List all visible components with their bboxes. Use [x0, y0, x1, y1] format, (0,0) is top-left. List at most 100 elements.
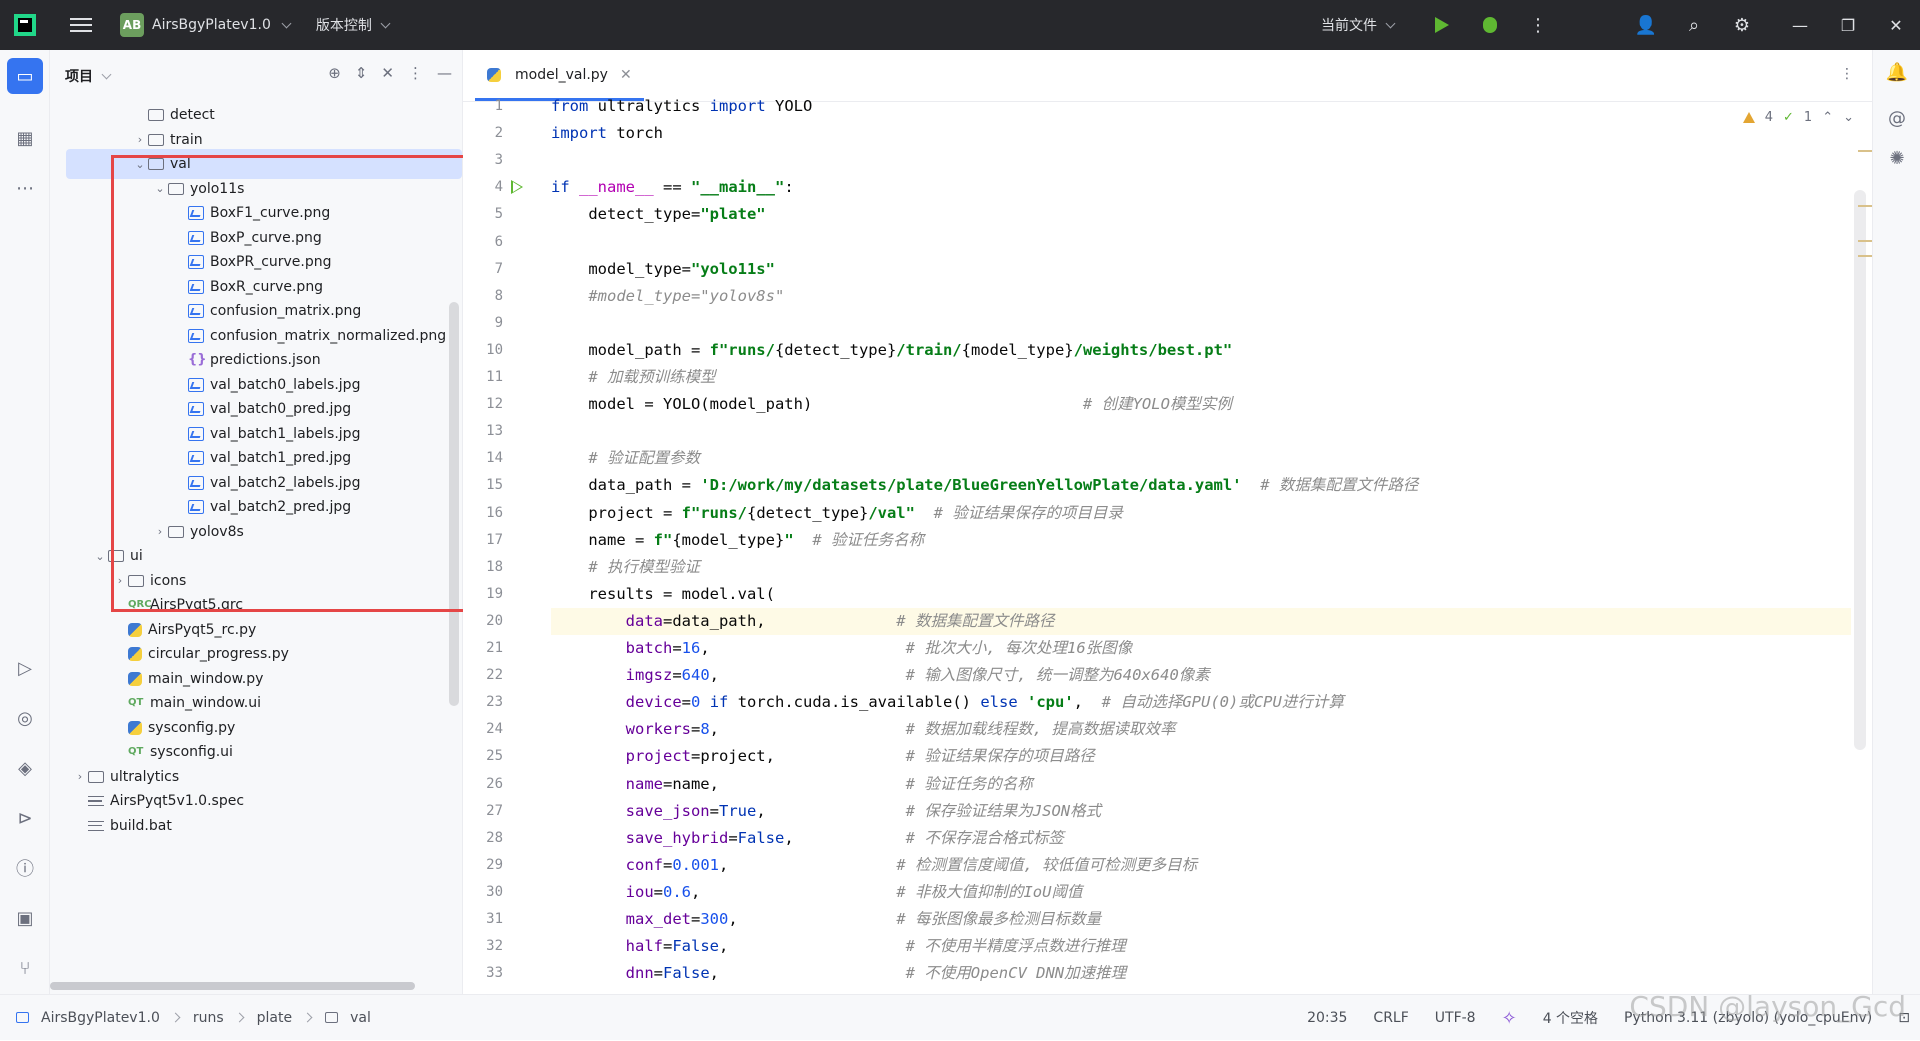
code-line[interactable]: [551, 147, 1851, 174]
main-menu-icon[interactable]: [70, 18, 92, 32]
line-number[interactable]: 26: [463, 771, 503, 798]
code-line[interactable]: name=name, # 验证任务的名称: [551, 771, 1851, 798]
code-line[interactable]: dnn=False, # 不使用OpenCV DNN加速推理: [551, 960, 1851, 987]
code-line[interactable]: conf=0.001, # 检测置信度阈值, 较低值可检测更多目标: [551, 852, 1851, 879]
locate-icon[interactable]: ⊕: [328, 64, 341, 82]
line-number[interactable]: 1: [463, 93, 503, 120]
python-packages-button[interactable]: ◈: [7, 750, 43, 786]
code-line[interactable]: import torch: [551, 120, 1851, 147]
code-line[interactable]: device=0 if torch.cuda.is_available() el…: [551, 689, 1851, 716]
chevron-right-icon[interactable]: ›: [132, 133, 148, 146]
line-number[interactable]: 3: [463, 147, 503, 174]
code-line[interactable]: # 加载预训练模型: [551, 364, 1851, 391]
line-number[interactable]: 14: [463, 445, 503, 472]
pycharm-logo-icon[interactable]: [14, 14, 36, 36]
chevron-down-icon[interactable]: [101, 69, 112, 79]
line-number[interactable]: 7: [463, 256, 503, 283]
add-user-button[interactable]: 👤: [1622, 0, 1670, 50]
tab-options-icon[interactable]: ⋮: [1840, 66, 1854, 82]
code-line[interactable]: model_path = f"runs/{detect_type}/train/…: [551, 337, 1851, 364]
close-tab-icon[interactable]: ✕: [620, 67, 632, 83]
ai-assistant-button[interactable]: @: [1881, 102, 1913, 134]
settings-button[interactable]: ⚙: [1718, 0, 1766, 50]
line-number[interactable]: 5: [463, 201, 503, 228]
more-tools-button[interactable]: ⋯: [7, 170, 43, 206]
code-line[interactable]: batch=16, # 批次大小, 每次处理16张图像: [551, 635, 1851, 662]
indent-setting[interactable]: 4 个空格: [1543, 1008, 1598, 1028]
code-line[interactable]: half=False, # 不使用半精度浮点数进行推理: [551, 933, 1851, 960]
minimize-button[interactable]: —: [1776, 0, 1824, 50]
code-line[interactable]: # 执行模型验证: [551, 554, 1851, 581]
line-number[interactable]: 23: [463, 689, 503, 716]
line-number[interactable]: 30: [463, 879, 503, 906]
file-encoding[interactable]: UTF-8: [1435, 1010, 1476, 1026]
line-number[interactable]: 16: [463, 500, 503, 527]
run-config-selector[interactable]: 当前文件: [1321, 15, 1396, 35]
services-button[interactable]: ⊳: [7, 800, 43, 836]
close-window-button[interactable]: ✕: [1872, 0, 1920, 50]
line-number[interactable]: 33: [463, 960, 503, 987]
gutter-run-icon[interactable]: [511, 180, 523, 195]
code-line[interactable]: # 验证配置参数: [551, 445, 1851, 472]
line-number[interactable]: 4: [463, 174, 503, 201]
code-line[interactable]: data=data_path, # 数据集配置文件路径: [551, 607, 1851, 635]
notifications-button[interactable]: 🔔: [1881, 56, 1913, 88]
line-separator[interactable]: CRLF: [1373, 1010, 1408, 1026]
code-line[interactable]: imgsz=640, # 输入图像尺寸, 统一调整为640x640像素: [551, 662, 1851, 689]
editor-scrollbar[interactable]: [1854, 190, 1866, 750]
code-line[interactable]: data_path = 'D:/work/my/datasets/plate/B…: [551, 472, 1851, 499]
line-number[interactable]: 20: [463, 608, 503, 635]
code-line[interactable]: results = model.val(: [551, 581, 1851, 608]
code-line[interactable]: iou=0.6, # 非极大值抑制的IoU阈值: [551, 879, 1851, 906]
line-number[interactable]: 27: [463, 798, 503, 825]
code-line[interactable]: model = YOLO(model_path) # 创建YOLO模型实例: [551, 391, 1851, 418]
plugin-button[interactable]: ✺: [1881, 142, 1913, 174]
debug-button[interactable]: [1466, 0, 1514, 50]
tree-horizontal-scrollbar[interactable]: [50, 982, 415, 990]
structure-tool-button[interactable]: ▦: [7, 120, 43, 156]
expand-all-icon[interactable]: ⇕: [355, 64, 368, 82]
code-line[interactable]: max_det=300, # 每张图像最多检测目标数量: [551, 906, 1851, 933]
line-number[interactable]: 6: [463, 229, 503, 256]
code-line[interactable]: name = f"{model_type}" # 验证任务名称: [551, 527, 1851, 554]
git-button[interactable]: ⑂: [7, 950, 43, 986]
line-number[interactable]: 13: [463, 418, 503, 445]
line-number[interactable]: 25: [463, 743, 503, 770]
line-number[interactable]: 11: [463, 364, 503, 391]
chevron-down-icon[interactable]: ⌄: [92, 550, 108, 563]
line-number[interactable]: 18: [463, 554, 503, 581]
line-number[interactable]: 8: [463, 283, 503, 310]
project-switcher[interactable]: AB AirsBgyPlatev1.0: [120, 13, 292, 37]
run-tool-button[interactable]: ▷: [7, 650, 43, 686]
code-line[interactable]: model_type="yolo11s": [551, 256, 1851, 283]
line-number[interactable]: 9: [463, 310, 503, 337]
hide-panel-icon[interactable]: —: [437, 64, 452, 82]
problems-button[interactable]: ⓘ: [7, 850, 43, 886]
breadcrumb-item[interactable]: val: [350, 1010, 371, 1026]
lock-icon[interactable]: ⊡: [1898, 1010, 1910, 1026]
warning-stripe-mark[interactable]: [1858, 255, 1872, 257]
line-number[interactable]: 31: [463, 906, 503, 933]
warning-stripe-mark[interactable]: [1858, 205, 1872, 207]
cursor-position[interactable]: 20:35: [1307, 1010, 1347, 1026]
line-number[interactable]: 15: [463, 472, 503, 499]
code-line[interactable]: save_json=True, # 保存验证结果为JSON格式: [551, 798, 1851, 825]
project-tool-button[interactable]: ▭: [7, 58, 43, 94]
line-number[interactable]: 22: [463, 662, 503, 689]
warning-stripe-mark[interactable]: [1858, 150, 1872, 152]
code-line[interactable]: #model_type="yolov8s": [551, 283, 1851, 310]
code-line[interactable]: if __name__ == "__main__":: [551, 174, 1851, 201]
code-line[interactable]: detect_type="plate": [551, 201, 1851, 228]
line-number[interactable]: 28: [463, 825, 503, 852]
python-console-button[interactable]: ◎: [7, 700, 43, 736]
code-line[interactable]: save_hybrid=False, # 不保存混合格式标签: [551, 825, 1851, 852]
line-number[interactable]: 29: [463, 852, 503, 879]
line-number[interactable]: 24: [463, 716, 503, 743]
search-button[interactable]: ⌕: [1670, 0, 1718, 50]
line-number[interactable]: 2: [463, 120, 503, 147]
vcs-menu[interactable]: 版本控制: [316, 15, 391, 35]
breadcrumb-item[interactable]: runs: [193, 1010, 224, 1026]
line-number[interactable]: 32: [463, 933, 503, 960]
code-line[interactable]: workers=8, # 数据加载线程数, 提高数据读取效率: [551, 716, 1851, 743]
maximize-button[interactable]: ❐: [1824, 0, 1872, 50]
